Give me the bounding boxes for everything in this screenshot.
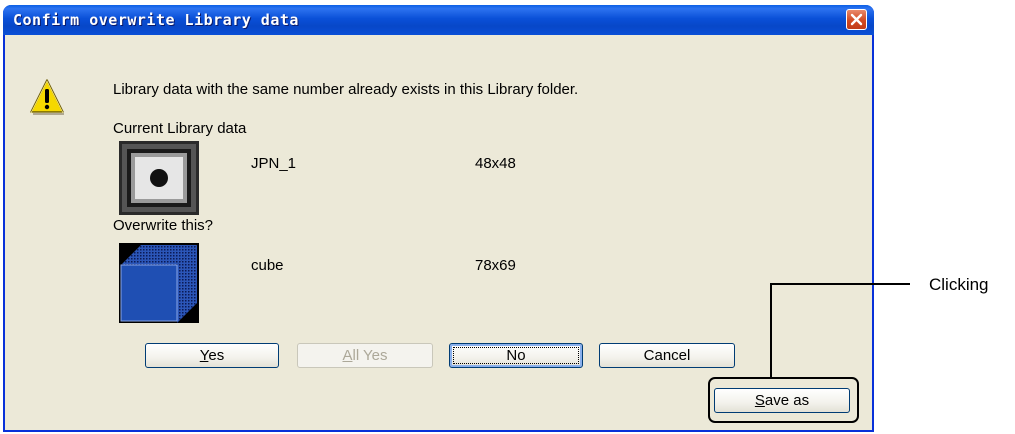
callout-label: Clicking <box>929 275 989 294</box>
callout-leader-horizontal <box>770 283 910 285</box>
all-yes-button[interactable]: All Yes <box>297 343 433 368</box>
current-library-name: JPN_1 <box>251 155 297 172</box>
title-bar[interactable]: Confirm overwrite Library data <box>3 5 874 35</box>
current-library-size: 48x48 <box>475 155 516 172</box>
callout-leader-vertical <box>770 283 772 378</box>
cancel-button[interactable]: Cancel <box>599 343 735 368</box>
close-button[interactable] <box>846 9 867 30</box>
overwrite-size: 78x69 <box>475 257 516 274</box>
current-library-thumbnail <box>119 141 199 215</box>
close-icon <box>850 13 863 26</box>
no-button-label: No <box>506 347 526 364</box>
yes-button-label: Yes <box>199 347 225 364</box>
callout-highlight-box <box>708 377 859 423</box>
cancel-button-label: Cancel <box>643 347 691 364</box>
overwrite-label: Overwrite this? <box>113 217 214 234</box>
current-library-label: Current Library data <box>113 120 247 137</box>
no-button[interactable]: No <box>449 343 583 368</box>
all-yes-button-label: All Yes <box>342 347 388 364</box>
overwrite-cube-thumbnail <box>119 243 199 323</box>
overwrite-name: cube <box>251 257 284 274</box>
confirm-overwrite-dialog: Confirm overwrite Library data Library d… <box>3 5 874 432</box>
dialog-title: Confirm overwrite Library data <box>13 11 299 29</box>
yes-button[interactable]: Yes <box>145 343 279 368</box>
dialog-message: Library data with the same number alread… <box>113 81 579 98</box>
warning-icon <box>30 79 64 115</box>
